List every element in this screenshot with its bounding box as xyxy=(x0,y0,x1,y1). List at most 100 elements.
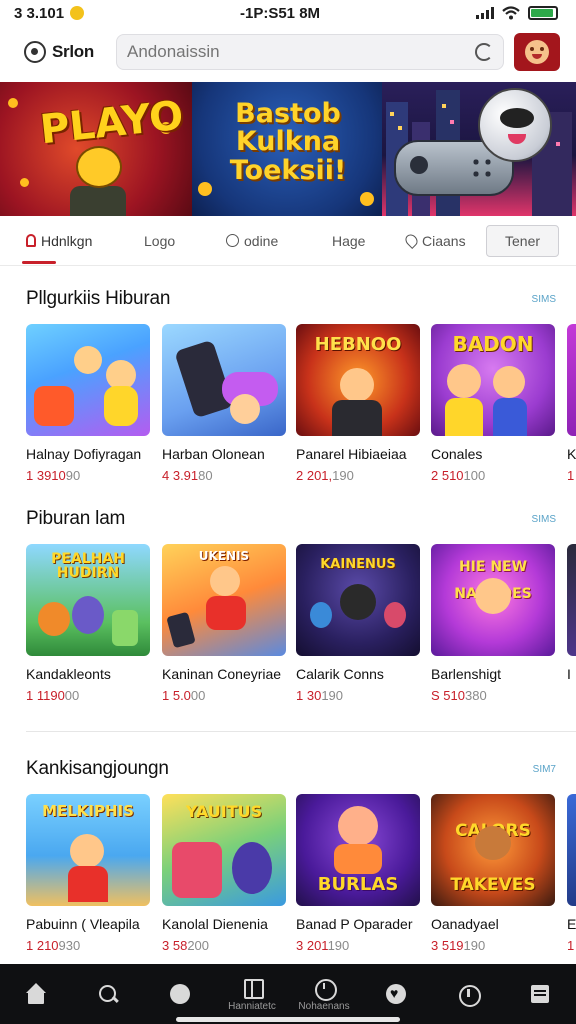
game-card[interactable]: CALORS TAKEVES Oanadyael 3 519190 xyxy=(431,794,555,953)
nav-chat[interactable] xyxy=(144,964,216,1024)
home-indicator[interactable] xyxy=(176,1017,400,1022)
game-thumbnail: BURLAS xyxy=(296,794,420,906)
promo-banner-carousel[interactable]: PLAYO Bastob Kulkna Toeksii! xyxy=(0,82,576,216)
game-card[interactable]: K 1 xyxy=(567,324,576,483)
section-divider xyxy=(26,731,576,732)
card-title: Conales xyxy=(431,446,483,462)
nav-label: Nohaenans xyxy=(298,1000,350,1012)
card-title: Kandakleonts xyxy=(26,666,111,682)
game-thumbnail xyxy=(567,324,576,436)
tab-label: Hage xyxy=(332,232,366,249)
game-thumbnail: HEBNOO xyxy=(296,324,420,436)
card-row: MELKIPHIS Pabuinn ( Vleapila 1 210930 YA… xyxy=(26,794,576,954)
game-thumbnail: BADON xyxy=(431,324,555,436)
section-title: Piburan lam xyxy=(26,508,126,529)
card-count: 4 3.9180 xyxy=(162,468,213,483)
card-count: 1 xyxy=(567,468,575,483)
mascot-character xyxy=(70,146,130,216)
game-thumbnail xyxy=(26,324,150,436)
nav-search[interactable] xyxy=(72,964,144,1024)
chat-icon xyxy=(169,983,191,1005)
game-card[interactable]: BURLAS Banad P Oparader 3 201190 xyxy=(296,794,420,953)
nav-favorites[interactable] xyxy=(360,964,432,1024)
tab-logo[interactable]: Logo xyxy=(144,216,226,266)
brand[interactable]: Srlon xyxy=(24,41,110,63)
profile-button[interactable] xyxy=(514,33,560,71)
see-all-link[interactable]: SIMS xyxy=(532,514,556,525)
nav-nohaenans[interactable]: Nohaenans xyxy=(288,964,360,1024)
game-card[interactable]: MELKIPHIS Pabuinn ( Vleapila 1 210930 xyxy=(26,794,150,953)
promo-banner-1[interactable]: PLAYO xyxy=(0,82,192,216)
refresh-icon[interactable] xyxy=(475,43,493,61)
game-card[interactable]: Harban Olonean 4 3.9180 xyxy=(162,324,286,483)
card-count: 1 5.000 xyxy=(162,688,206,703)
menu-icon xyxy=(529,983,551,1005)
card-title: I xyxy=(567,666,571,682)
game-thumbnail: KAINENUS xyxy=(296,544,420,656)
card-title: Pabuinn ( Vleapila xyxy=(26,916,140,932)
game-card[interactable]: E 1 xyxy=(567,794,576,953)
tab-ciaans[interactable]: Ciaans xyxy=(403,216,486,266)
card-count: 3 201190 xyxy=(296,938,350,953)
card-title: Calarik Conns xyxy=(296,666,384,682)
game-thumbnail xyxy=(567,544,576,656)
search-box[interactable] xyxy=(116,34,504,70)
game-card[interactable]: I xyxy=(567,544,576,688)
game-thumbnail xyxy=(162,324,286,436)
tab-label: Ciaans xyxy=(422,232,466,249)
card-count: 1 210930 xyxy=(26,938,81,953)
app-header: Srlon xyxy=(0,32,576,72)
nav-hanniatetc[interactable]: Hanniatetc xyxy=(216,964,288,1024)
tab-odine[interactable]: odine xyxy=(226,216,332,266)
game-card[interactable]: UKENIS Kaninan Coneyriae 1 5.000 xyxy=(162,544,286,703)
robot-ball-illustration xyxy=(478,88,552,162)
tab-hdnlkgn[interactable]: Hdnlkgn xyxy=(22,216,144,266)
coin-decoration xyxy=(8,98,18,108)
game-card[interactable]: YAUITUS Kanolal Dienenia 3 58200 xyxy=(162,794,286,953)
status-time-left: 3 3.101 xyxy=(14,4,65,22)
see-all-link[interactable]: SIMS xyxy=(532,294,556,305)
grid-icon xyxy=(241,977,264,999)
game-card[interactable]: Halnay Dofiyragan 1 391090 xyxy=(26,324,150,483)
wifi-icon xyxy=(502,6,520,20)
card-row: Halnay Dofiyragan 1 391090 Harban Olonea… xyxy=(26,324,576,484)
coin-decoration xyxy=(20,178,29,187)
card-count: 2 510100 xyxy=(431,468,486,483)
promo-banner-2[interactable]: Bastob Kulkna Toeksii! xyxy=(192,82,382,216)
nav-menu[interactable] xyxy=(504,964,576,1024)
game-card[interactable]: KAINENUS Calarik Conns 1 30190 xyxy=(296,544,420,703)
tab-label: Hdnlkgn xyxy=(41,232,93,249)
coin-decoration xyxy=(360,192,374,206)
nav-info[interactable] xyxy=(432,964,504,1024)
game-thumbnail: PEALHAH HUDIRN xyxy=(26,544,150,656)
section-title: Pllgurkiis Hiburan xyxy=(26,288,171,309)
nav-home[interactable] xyxy=(0,964,72,1024)
status-time-center: -1P:S51 8M xyxy=(240,4,321,22)
clock-icon xyxy=(313,977,337,1001)
game-card[interactable]: HIE NEW NANDOES Barlenshigt S 510380 xyxy=(431,544,555,703)
see-all-link[interactable]: SIM7 xyxy=(533,764,556,775)
section-header: Kankisangjoungn SIM7 xyxy=(0,758,576,788)
tab-label: odine xyxy=(244,232,279,249)
tab-tener-button[interactable]: Tener xyxy=(486,224,560,257)
game-thumbnail: MELKIPHIS xyxy=(26,794,150,906)
game-card[interactable]: PEALHAH HUDIRN Kandakleonts 1 119000 xyxy=(26,544,150,703)
game-thumbnail: CALORS TAKEVES xyxy=(431,794,555,906)
heart-icon xyxy=(385,983,407,1005)
card-title: Panarel Hibiaeiaa xyxy=(296,446,407,462)
flame-icon xyxy=(26,234,36,247)
home-icon xyxy=(25,983,47,1005)
card-count: 1 30190 xyxy=(296,688,344,703)
card-title: Banad P Oparader xyxy=(296,916,413,932)
banner-1-title: PLAYO xyxy=(37,92,186,154)
card-count: S 510380 xyxy=(431,688,487,703)
search-input[interactable] xyxy=(127,42,475,62)
tab-hage[interactable]: Hage xyxy=(332,216,406,266)
promo-banner-3[interactable] xyxy=(382,82,576,216)
card-count: 1 391090 xyxy=(26,468,81,483)
info-icon xyxy=(457,983,481,1007)
card-count: 1 xyxy=(567,938,575,953)
game-card[interactable]: HEBNOO Panarel Hibiaeiaa 2 201,190 xyxy=(296,324,420,483)
card-title: Kanolal Dienenia xyxy=(162,916,268,932)
game-card[interactable]: BADON Conales 2 510100 xyxy=(431,324,555,483)
